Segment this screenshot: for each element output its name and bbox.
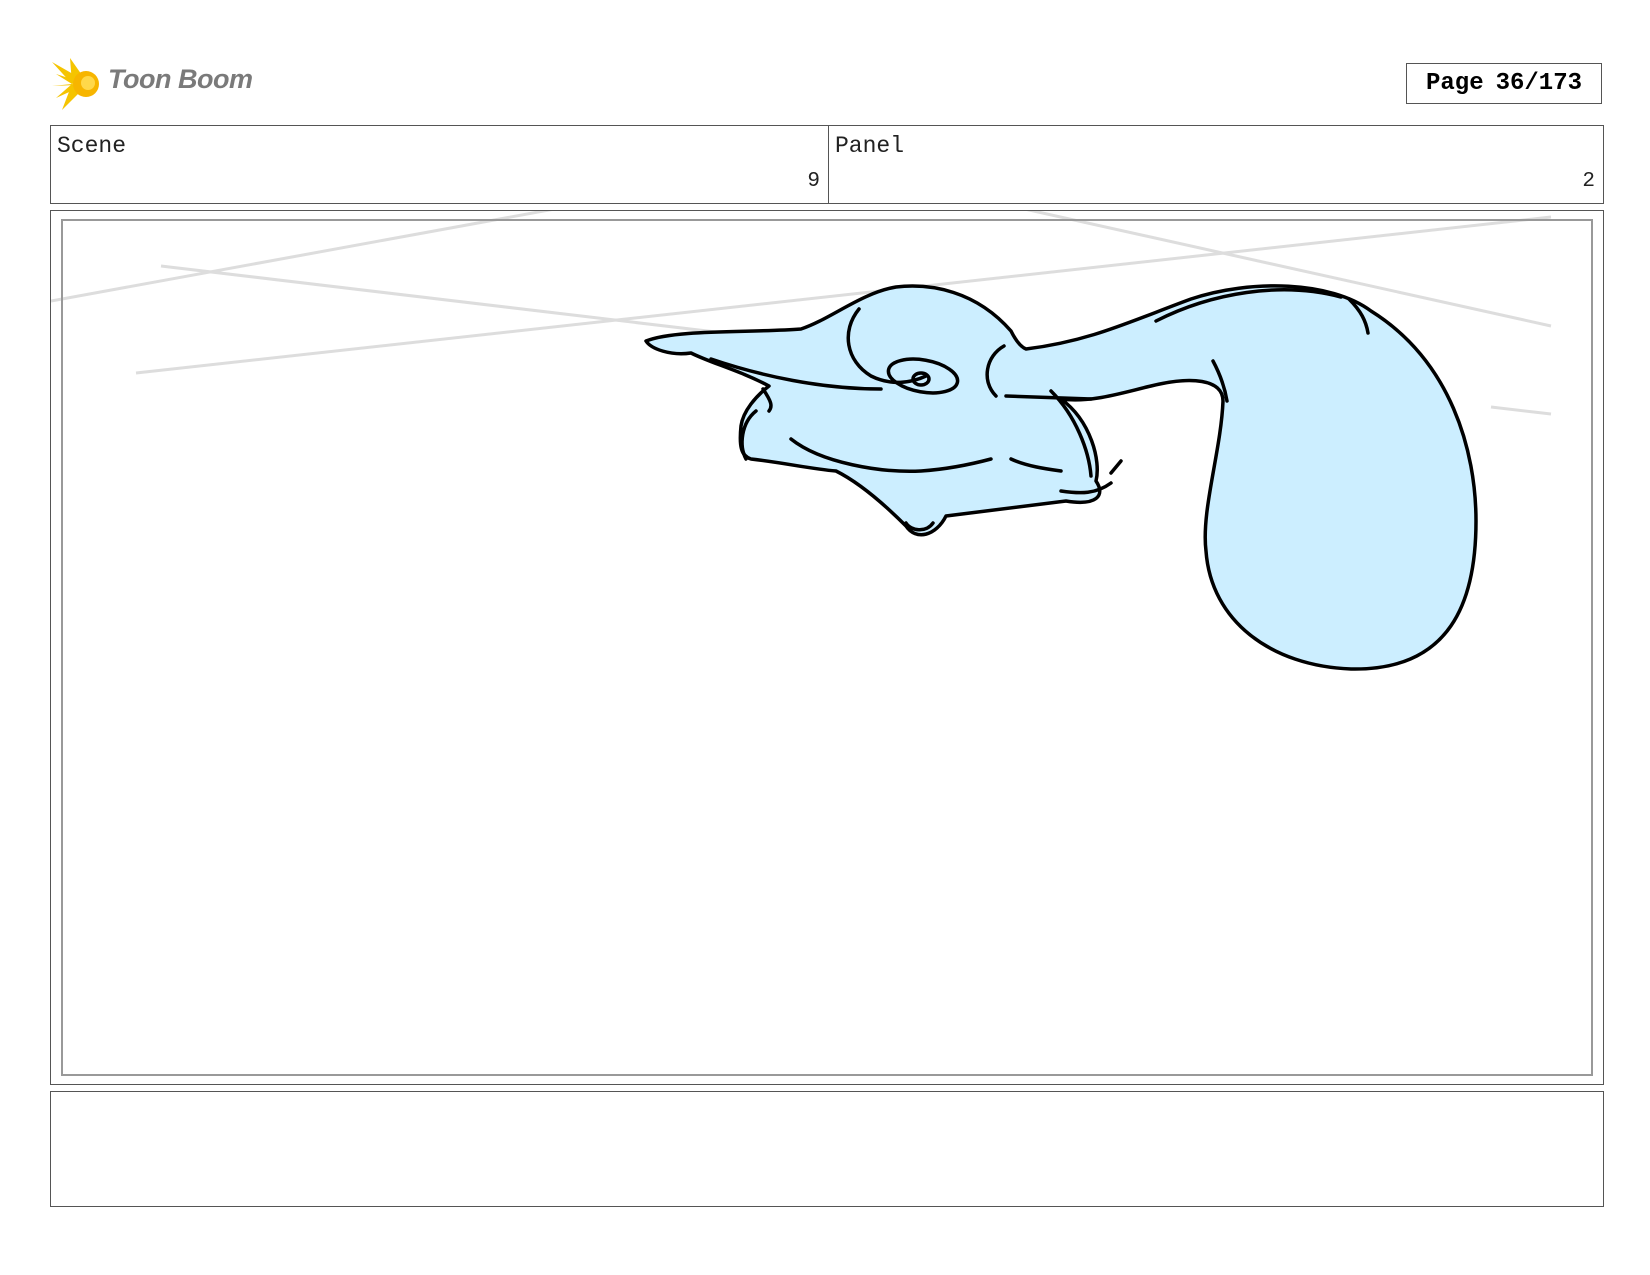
logo-text: Toon Boom bbox=[108, 64, 253, 94]
storyboard-page: Toon Boom Page 36/173 Scene 9 Panel 2 bbox=[0, 0, 1650, 1275]
toon-boom-logo: Toon Boom bbox=[52, 56, 253, 112]
page-indicator: Page 36/173 bbox=[1406, 63, 1602, 104]
starburst-icon bbox=[52, 58, 99, 110]
scene-cell: Scene 9 bbox=[51, 126, 829, 203]
page-number: 36/173 bbox=[1495, 70, 1583, 97]
scene-number: 9 bbox=[807, 170, 820, 193]
scene-panel-header: Scene 9 Panel 2 bbox=[50, 125, 1604, 204]
scene-label: Scene bbox=[57, 133, 127, 159]
panel-cell: Panel 2 bbox=[829, 126, 1603, 203]
page-label: Page bbox=[1425, 70, 1484, 97]
panel-number: 2 bbox=[1582, 170, 1595, 193]
panel-frame bbox=[50, 210, 1604, 1085]
safe-area-border bbox=[61, 219, 1593, 1076]
panel-label: Panel bbox=[835, 133, 905, 159]
notes-box[interactable] bbox=[50, 1091, 1604, 1207]
